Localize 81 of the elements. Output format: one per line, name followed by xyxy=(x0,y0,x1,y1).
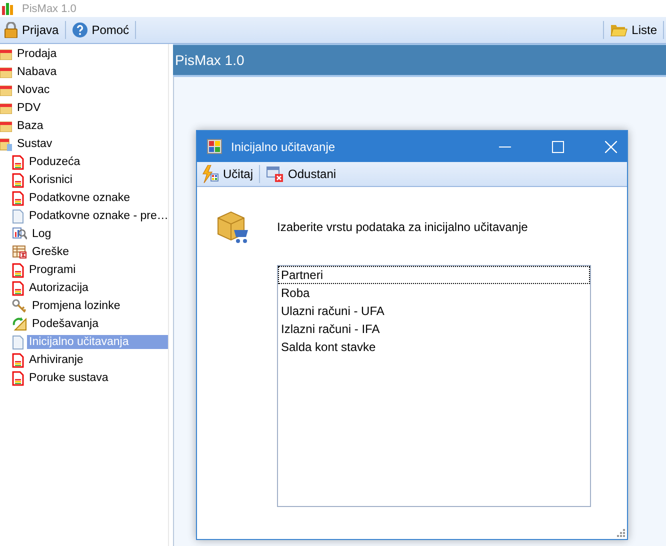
cancel-button[interactable]: Odustani xyxy=(262,164,340,184)
tree-item-label: Greške xyxy=(31,245,70,259)
tree-item[interactable]: Sustav xyxy=(0,135,168,153)
tree-item-label: Poduzeća xyxy=(28,155,82,169)
list-item[interactable]: Roba xyxy=(278,284,590,302)
folder-icon xyxy=(610,23,628,37)
tree-item[interactable]: Arhiviranje xyxy=(0,351,168,369)
resize-grip-icon[interactable] xyxy=(616,528,625,537)
document-icon xyxy=(12,370,24,386)
magnifier-chart-icon xyxy=(12,227,27,241)
list-item[interactable]: Partneri xyxy=(278,266,590,284)
tree-item-label: Podešavanja xyxy=(31,317,100,331)
load-button[interactable]: Učitaj xyxy=(197,163,258,185)
tree-item-label: Sustav xyxy=(16,137,54,151)
window-app-icon xyxy=(207,139,222,154)
document-icon xyxy=(12,262,24,278)
folder-icon xyxy=(0,66,12,78)
header-title: PisMax 1.0 xyxy=(175,52,244,68)
tree-item-label: Autorizacija xyxy=(28,281,90,295)
lists-button[interactable]: Liste xyxy=(606,21,661,39)
document-icon xyxy=(12,190,24,206)
folder-icon xyxy=(0,102,12,114)
list-item[interactable]: Izlazni računi - IFA xyxy=(278,320,590,338)
tree-item[interactable]: Nabava xyxy=(0,63,168,81)
document-icon xyxy=(12,172,24,188)
maximize-icon[interactable] xyxy=(552,140,564,152)
table-icon xyxy=(12,245,27,259)
list-item[interactable]: Ulazni računi - UFA xyxy=(278,302,590,320)
tree-item-label: Poruke sustava xyxy=(28,371,110,385)
settings-icon xyxy=(12,317,27,331)
help-button[interactable]: Pomoć xyxy=(68,20,134,40)
tree-item-label: Baza xyxy=(16,119,44,133)
tree-item[interactable]: Poruke sustava xyxy=(0,369,168,387)
box-cart-icon xyxy=(215,210,249,244)
tree-item-label: Podatkovne oznake xyxy=(28,191,132,205)
tree-item[interactable]: Greške xyxy=(0,243,168,261)
keys-icon xyxy=(12,299,27,313)
tree-item[interactable]: Programi xyxy=(0,261,168,279)
lock-icon xyxy=(4,22,18,38)
tree-item-label: Promjena lozinke xyxy=(31,299,122,313)
tree-item[interactable]: Autorizacija xyxy=(0,279,168,297)
tree-item[interactable]: Podatkovne oznake - pre… xyxy=(0,207,168,225)
tree-item-label: Arhiviranje xyxy=(28,353,84,367)
tree-item-label: Nabava xyxy=(16,65,58,79)
tree-item-label: Korisnici xyxy=(28,173,74,187)
tree-item[interactable]: Baza xyxy=(0,117,168,135)
blank-page-icon xyxy=(12,208,24,224)
folder-icon xyxy=(0,48,12,60)
tree-item-label: Podatkovne oznake - pre… xyxy=(28,209,170,223)
tree-item[interactable]: Podešavanja xyxy=(0,315,168,333)
tree-item[interactable]: Promjena lozinke xyxy=(0,297,168,315)
window-title: PisMax 1.0 xyxy=(22,2,76,14)
folder-icon xyxy=(0,137,12,151)
dialog-title: Inicijalno učitavanje xyxy=(231,140,336,154)
tree-item[interactable]: Novac xyxy=(0,81,168,99)
login-button[interactable]: Prijava xyxy=(0,20,63,40)
tree-item[interactable]: Korisnici xyxy=(0,171,168,189)
tree-item-label: Inicijalno učitavanja xyxy=(27,335,168,349)
prompt-text: Izaberite vrstu podataka za inicijalno učitavanje xyxy=(277,220,528,234)
tree-item-label: Novac xyxy=(16,83,51,97)
tree-item-label: PDV xyxy=(16,101,42,115)
close-icon[interactable] xyxy=(605,140,617,152)
tree-item-label: Prodaja xyxy=(16,47,58,61)
app-logo-icon xyxy=(2,2,16,14)
help-icon xyxy=(72,22,88,38)
lightning-icon xyxy=(201,165,219,183)
list-item[interactable]: Salda kont stavke xyxy=(278,338,590,356)
tree-item[interactable]: PDV xyxy=(0,99,168,117)
tree-item[interactable]: Prodaja xyxy=(0,45,168,63)
tree-item[interactable]: Podatkovne oznake xyxy=(0,189,168,207)
folder-icon xyxy=(0,120,12,132)
folder-icon xyxy=(0,84,12,96)
blank-page-icon xyxy=(12,334,24,350)
tree-item[interactable]: Poduzeća xyxy=(0,153,168,171)
tree-item[interactable]: Log xyxy=(0,225,168,243)
tree-item-label: Log xyxy=(31,227,52,241)
document-icon xyxy=(12,280,24,296)
tree-item-label: Programi xyxy=(28,263,77,277)
window-close-icon xyxy=(266,166,284,182)
document-icon xyxy=(12,352,24,368)
document-icon xyxy=(12,154,24,170)
